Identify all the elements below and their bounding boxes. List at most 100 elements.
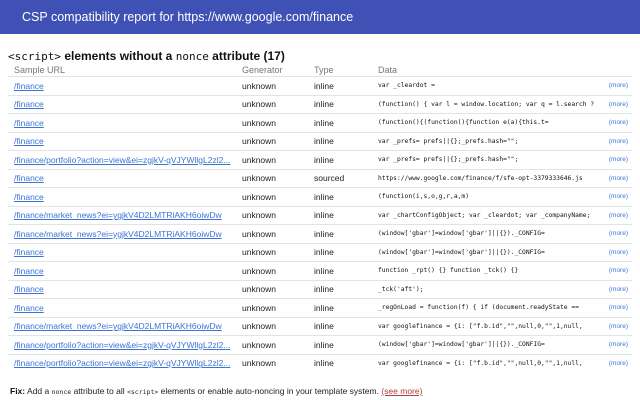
data-cell: (window['gbar']=window['gbar']||{})._CON… [372, 224, 594, 243]
more-link[interactable]: (more) [609, 212, 628, 219]
table-row: /finance unknown inline (function(i,s,o,g,r… [8, 187, 632, 206]
generator-cell: unknown [236, 113, 308, 132]
more-link[interactable]: (more) [609, 193, 628, 200]
sample-url-cell: /finance [8, 242, 236, 262]
sample-url-cell: /finance [8, 261, 236, 280]
type-cell: inline [308, 242, 372, 262]
more-cell: (more) [594, 76, 632, 95]
generator-cell: unknown [236, 94, 308, 114]
sample-url-cell: /finance [8, 76, 236, 95]
table-row: /finance/portfolio?action=view&ei=zgjkV-… [8, 335, 632, 354]
type-cell: inline [308, 298, 372, 317]
more-link[interactable]: (more) [609, 360, 628, 367]
see-more-link[interactable]: (see more) [381, 386, 422, 396]
sample-url-link[interactable]: /finance/market_news?ei=ygjkV4D2LMTRiAKH… [14, 321, 222, 331]
generator-cell: unknown [236, 316, 308, 336]
data-cell: _tck('aft'); [372, 279, 594, 299]
more-link[interactable]: (more) [609, 138, 628, 145]
data-cell: (function(){(function(){function e(a){th… [372, 113, 594, 132]
sample-url-link[interactable]: /finance [14, 247, 44, 257]
data-cell: function _rpt() {} function _tck() {} [372, 261, 594, 280]
table-row: /finance/market_news?ei=ygjkV4D2LMTRiAKH… [8, 205, 632, 225]
sample-url-link[interactable]: /finance [14, 192, 44, 202]
more-cell: (more) [594, 187, 632, 206]
data-cell: var _prefs= prefs||{};_prefs.hash=""; [372, 131, 594, 151]
type-cell: inline [308, 131, 372, 151]
fix-code-script: <script> [126, 388, 159, 396]
sample-url-link[interactable]: /finance/portfolio?action=view&ei=zgjkV-… [14, 358, 230, 368]
generator-cell: unknown [236, 279, 308, 299]
sample-url-cell: /finance [8, 279, 236, 299]
more-link[interactable]: (more) [609, 119, 628, 126]
more-link[interactable]: (more) [609, 341, 628, 348]
data-cell: var googlefinance = {i: ["f.b.id","",nul… [372, 353, 594, 372]
generator-cell: unknown [236, 187, 308, 206]
more-link[interactable]: (more) [609, 249, 628, 256]
type-cell: inline [308, 150, 372, 169]
table-row: /finance unknown sourced https://www.google… [8, 168, 632, 188]
type-cell: inline [308, 261, 372, 280]
generator-cell: unknown [236, 242, 308, 262]
type-cell: inline [308, 316, 372, 336]
table-row: /finance/portfolio?action=view&ei=zgjkV-… [8, 150, 632, 169]
table-row: /finance unknown inline _tck('aft'); (more) [8, 279, 632, 299]
more-link[interactable]: (more) [609, 230, 628, 237]
more-link[interactable]: (more) [609, 304, 628, 311]
type-cell: inline [308, 279, 372, 299]
heading-script-tag: <script> [8, 50, 61, 63]
more-link[interactable]: (more) [609, 267, 628, 274]
sample-url-cell: /finance [8, 113, 236, 132]
sample-url-link[interactable]: /finance [14, 99, 44, 109]
type-cell: inline [308, 224, 372, 243]
sample-url-link[interactable]: /finance [14, 118, 44, 128]
generator-cell: unknown [236, 150, 308, 169]
sample-url-cell: /finance/market_news?ei=ygjkV4D2LMTRiAKH… [8, 205, 236, 225]
type-cell: inline [308, 353, 372, 372]
table-row: /finance unknown inline var _prefs= prefs||… [8, 131, 632, 151]
table-row: /finance/portfolio?action=view&ei=zgjkV-… [8, 353, 632, 372]
more-link[interactable]: (more) [609, 286, 628, 293]
sample-url-link[interactable]: /finance [14, 173, 44, 183]
sample-url-link[interactable]: /finance [14, 266, 44, 276]
table-row: /finance unknown inline (function() { var l… [8, 94, 632, 114]
column-header-sample-url: Sample URL [14, 64, 66, 75]
more-link[interactable]: (more) [609, 323, 628, 330]
fix-text-1: Add a [27, 386, 50, 396]
data-cell: (window['gbar']=window['gbar']||{})._CON… [372, 335, 594, 354]
more-link[interactable]: (more) [609, 101, 628, 108]
heading-text-end: attribute (17) [212, 49, 285, 63]
script-table: Sample URL Generator Type Data /finance u… [8, 63, 632, 372]
sample-url-link[interactable]: /finance/portfolio?action=view&ei=zgjkV-… [14, 155, 230, 165]
sample-url-link[interactable]: /finance [14, 303, 44, 313]
generator-cell: unknown [236, 131, 308, 151]
sample-url-cell: /finance [8, 187, 236, 206]
column-header-type: Type [314, 64, 334, 75]
sample-url-cell: /finance/market_news?ei=ygjkV4D2LMTRiAKH… [8, 316, 236, 336]
more-link[interactable]: (more) [609, 156, 628, 163]
more-cell: (more) [594, 224, 632, 243]
sample-url-link[interactable]: /finance/market_news?ei=ygjkV4D2LMTRiAKH… [14, 229, 222, 239]
table-row: /finance unknown inline (window['gbar']=win… [8, 242, 632, 262]
type-cell: sourced [308, 168, 372, 188]
data-cell: _regOnLoad = function(f) { if (document.… [372, 298, 594, 317]
more-cell: (more) [594, 150, 632, 169]
type-cell: inline [308, 113, 372, 132]
generator-cell: unknown [236, 353, 308, 372]
sample-url-cell: /finance/market_news?ei=ygjkV4D2LMTRiAKH… [8, 224, 236, 243]
generator-cell: unknown [236, 261, 308, 280]
generator-cell: unknown [236, 205, 308, 225]
more-link[interactable]: (more) [609, 82, 628, 89]
data-cell: var googlefinance = {i: ["f.b.id","",nul… [372, 316, 594, 336]
fix-code-nonce: nonce [51, 388, 72, 396]
type-cell: inline [308, 187, 372, 206]
more-link[interactable]: (more) [609, 175, 628, 182]
table-header-row: Sample URL Generator Type Data [8, 63, 632, 77]
sample-url-link[interactable]: /finance/market_news?ei=ygjkV4D2LMTRiAKH… [14, 210, 222, 220]
sample-url-link[interactable]: /finance [14, 81, 44, 91]
sample-url-link[interactable]: /finance [14, 136, 44, 146]
column-header-more [594, 63, 632, 77]
sample-url-link[interactable]: /finance/portfolio?action=view&ei=zgjkV-… [14, 340, 230, 350]
data-cell: (window['gbar']=window['gbar']||{})._CON… [372, 242, 594, 262]
sample-url-link[interactable]: /finance [14, 284, 44, 294]
more-cell: (more) [594, 335, 632, 354]
